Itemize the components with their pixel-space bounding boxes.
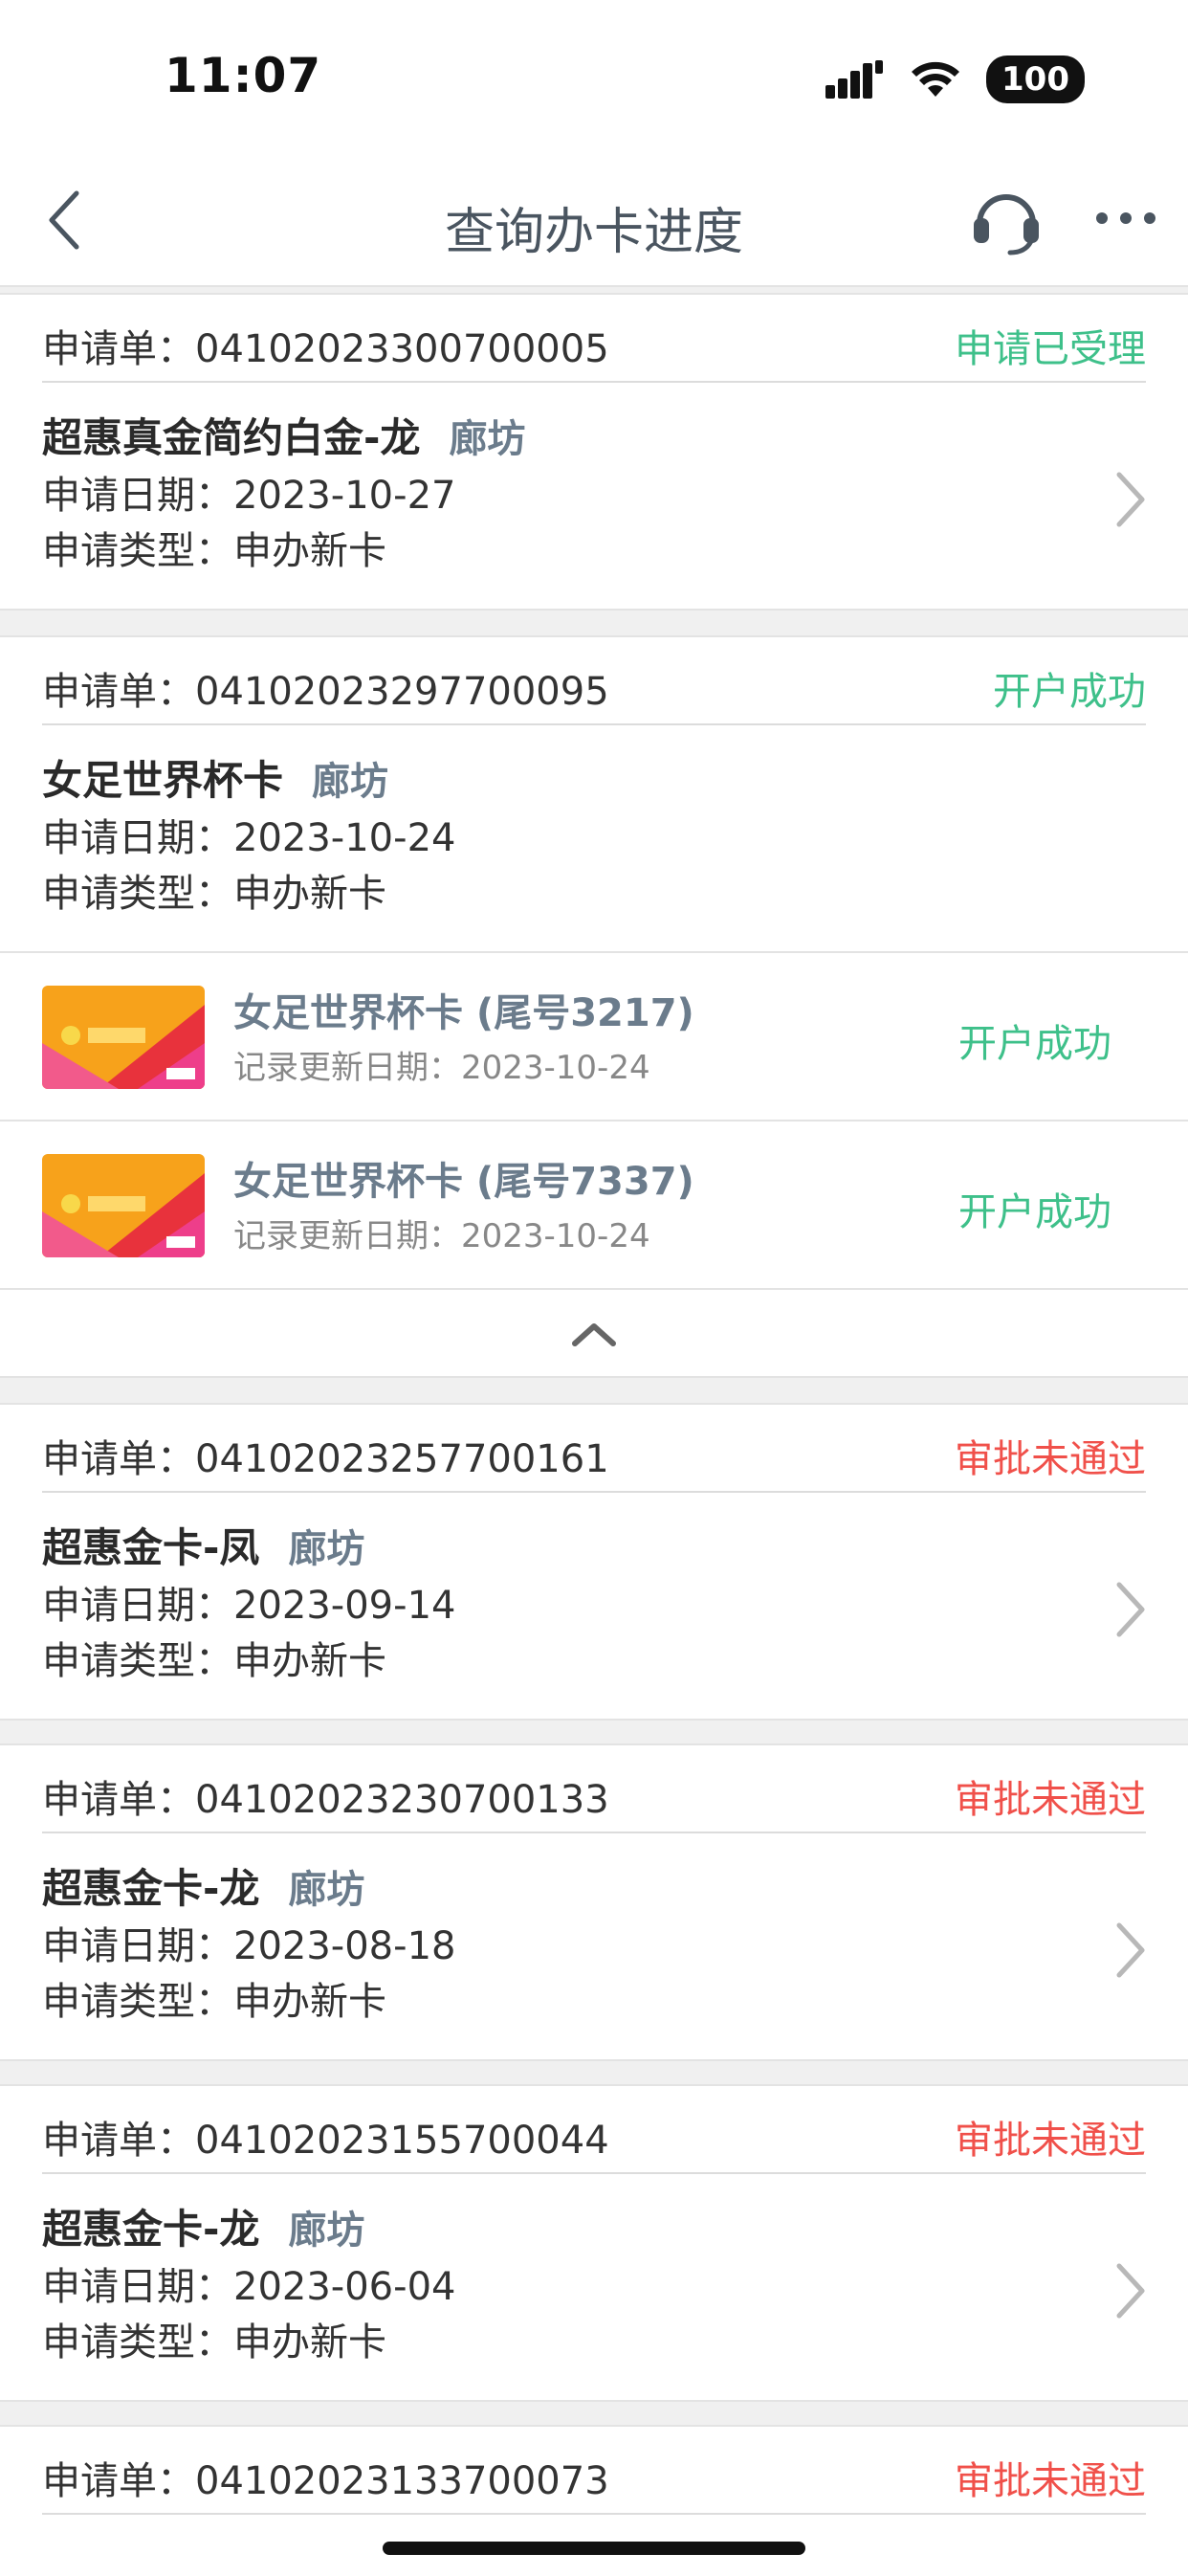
nav-bar: 查询办卡进度 xyxy=(0,153,1188,287)
chevron-right-icon xyxy=(1116,2263,1145,2319)
card-city: 廊坊 xyxy=(288,2209,365,2253)
order-number: 申请单：04102023297700095 xyxy=(42,670,609,714)
issued-card-item[interactable]: 女足世界杯卡 (尾号3217) 记录更新日期：2023-10-24 开户成功 xyxy=(0,951,1188,1120)
issued-card-item[interactable]: 女足世界杯卡 (尾号7337) 记录更新日期：2023-10-24 开户成功 xyxy=(0,1120,1188,1288)
card-header: 申请单：04102023230700133 审批未通过 xyxy=(42,1745,1146,1833)
order-number: 申请单：04102023133700073 xyxy=(42,2459,609,2503)
application-card: 申请单：04102023297700095 开户成功 女足世界杯卡 廊坊 申请日… xyxy=(0,635,1188,1378)
card-body[interactable]: 超惠真金简约白金-龙 廊坊 申请日期：2023-10-27 申请类型：申办新卡 xyxy=(0,383,1188,609)
card-city: 廊坊 xyxy=(312,760,389,804)
card-product-name: 超惠真金简约白金-龙 xyxy=(42,414,421,461)
status-badge: 开户成功 xyxy=(993,670,1146,714)
card-product-name: 超惠金卡-龙 xyxy=(42,2206,260,2253)
card-image xyxy=(42,1154,205,1257)
status-bar: 11:07 100 xyxy=(0,0,1188,153)
issued-card-date: 记录更新日期：2023-10-24 xyxy=(233,1049,650,1087)
issued-card-status: 开户成功 xyxy=(958,1022,1111,1066)
order-number: 申请单：04102023155700044 xyxy=(42,2119,609,2163)
battery-indicator: 100 xyxy=(986,56,1085,103)
chevron-right-icon xyxy=(1116,472,1145,527)
apply-type: 申请类型：申办新卡 xyxy=(42,872,386,916)
apply-date: 申请日期：2023-09-14 xyxy=(42,1584,456,1628)
signal-icon xyxy=(825,60,884,99)
home-indicator[interactable] xyxy=(383,2542,805,2555)
card-city: 廊坊 xyxy=(288,1868,365,1912)
chevron-up-icon[interactable] xyxy=(567,1317,621,1351)
card-product-name: 超惠金卡-龙 xyxy=(42,1865,260,1912)
headset-icon[interactable] xyxy=(968,182,1045,258)
card-product-name: 超惠金卡-凤 xyxy=(42,1524,260,1571)
application-card[interactable]: 申请单：04102023155700044 审批未通过 超惠金卡-龙 廊坊 申请… xyxy=(0,2084,1188,2402)
apply-date: 申请日期：2023-10-24 xyxy=(42,816,456,860)
status-badge: 审批未通过 xyxy=(955,2459,1146,2503)
card-body[interactable]: 超惠金卡-龙 廊坊 申请日期：2023-06-04 申请类型：申办新卡 xyxy=(0,2174,1188,2400)
collapse-toggle[interactable] xyxy=(0,1288,1188,1376)
card-body[interactable]: 超惠金卡-龙 廊坊 申请日期：2023-08-18 申请类型：申办新卡 xyxy=(0,1833,1188,2059)
issued-card-name: 女足世界杯卡 (尾号7337) xyxy=(233,1160,694,1204)
card-product-name: 女足世界杯卡 xyxy=(42,757,284,804)
more-dots-icon[interactable] xyxy=(1092,199,1159,237)
card-header: 申请单：04102023133700073 审批未通过 xyxy=(42,2427,1146,2515)
card-city: 廊坊 xyxy=(288,1527,365,1571)
application-card[interactable]: 申请单：04102023230700133 审批未通过 超惠金卡-龙 廊坊 申请… xyxy=(0,1743,1188,2061)
status-icons: 100 xyxy=(825,56,1085,103)
apply-type: 申请类型：申办新卡 xyxy=(42,2321,386,2365)
order-number: 申请单：04102023257700161 xyxy=(42,1437,609,1481)
card-header: 申请单：04102023297700095 开户成功 xyxy=(42,637,1146,725)
apply-type: 申请类型：申办新卡 xyxy=(42,529,386,573)
card-body[interactable]: 超惠金卡-凤 廊坊 申请日期：2023-09-14 申请类型：申办新卡 xyxy=(0,1493,1188,1719)
issued-card-status: 开户成功 xyxy=(958,1190,1111,1234)
status-badge: 申请已受理 xyxy=(955,327,1146,371)
card-header: 申请单：04102023257700161 审批未通过 xyxy=(42,1405,1146,1493)
status-badge: 审批未通过 xyxy=(955,1437,1146,1481)
card-city: 廊坊 xyxy=(449,417,526,461)
wifi-icon xyxy=(912,61,960,97)
card-header: 申请单：04102023155700044 审批未通过 xyxy=(42,2086,1146,2174)
page: 11:07 100 查询办卡进度 申请单：04102023300700005 申… xyxy=(0,0,1188,2576)
card-image xyxy=(42,986,205,1089)
apply-date: 申请日期：2023-06-04 xyxy=(42,2265,456,2309)
application-card[interactable]: 申请单：04102023257700161 审批未通过 超惠金卡-凤 廊坊 申请… xyxy=(0,1403,1188,1721)
order-number: 申请单：04102023300700005 xyxy=(42,327,609,371)
issued-card-date: 记录更新日期：2023-10-24 xyxy=(233,1217,650,1255)
apply-type: 申请类型：申办新卡 xyxy=(42,1980,386,2024)
issued-card-name: 女足世界杯卡 (尾号3217) xyxy=(233,991,694,1035)
chevron-right-icon xyxy=(1116,1922,1145,1978)
card-header: 申请单：04102023300700005 申请已受理 xyxy=(42,295,1146,383)
status-badge: 审批未通过 xyxy=(955,2119,1146,2163)
apply-date: 申请日期：2023-10-27 xyxy=(42,474,456,518)
application-card[interactable]: 申请单：04102023300700005 申请已受理 超惠真金简约白金-龙 廊… xyxy=(0,293,1188,611)
chevron-right-icon xyxy=(1116,1582,1145,1637)
card-body: 女足世界杯卡 廊坊 申请日期：2023-10-24 申请类型：申办新卡 xyxy=(0,725,1188,951)
apply-date: 申请日期：2023-08-18 xyxy=(42,1924,456,1968)
status-time: 11:07 xyxy=(165,48,322,103)
status-badge: 审批未通过 xyxy=(955,1778,1146,1822)
apply-type: 申请类型：申办新卡 xyxy=(42,1639,386,1683)
order-number: 申请单：04102023230700133 xyxy=(42,1778,609,1822)
